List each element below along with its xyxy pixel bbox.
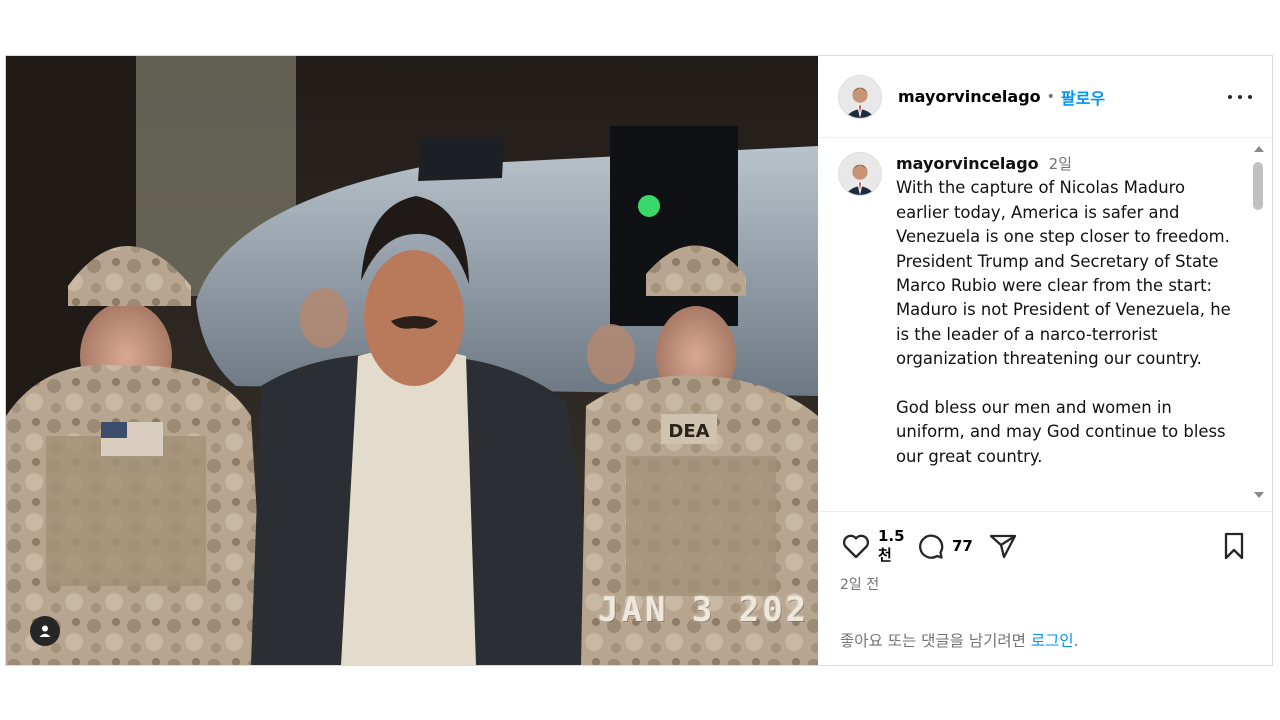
instagram-post: DEA JAN 3 202 mayorvincelago • 팔로우 mayor… (5, 55, 1273, 666)
login-prompt: 좋아요 또는 댓글을 남기려면 (840, 632, 1026, 650)
post-photo[interactable]: DEA JAN 3 202 (6, 56, 818, 665)
user-tag-icon (39, 625, 51, 637)
save-button[interactable] (1218, 530, 1250, 562)
login-prompt-row: 좋아요 또는 댓글을 남기려면 로그인. (840, 629, 1079, 651)
separator-dot: • (1046, 88, 1055, 105)
like-count: 1.5 천 (878, 527, 905, 564)
avatar[interactable] (838, 74, 882, 119)
user-tag-button[interactable] (30, 616, 60, 646)
caption-time: 2일 (1048, 155, 1072, 173)
caption: mayorvincelago 2일 With the capture of Nic… (818, 138, 1272, 469)
comment-count: 77 (952, 536, 973, 555)
dea-patch: DEA (668, 421, 709, 442)
login-link[interactable]: 로그인 (1031, 632, 1074, 650)
share-button[interactable] (987, 530, 1019, 562)
scroll-down-arrow[interactable] (1254, 492, 1264, 498)
caption-body: mayorvincelago 2일 With the capture of Nic… (896, 152, 1232, 469)
caption-paragraph: With the capture of Nicolas Maduro earli… (896, 178, 1231, 369)
share-icon (989, 534, 1017, 559)
follow-button[interactable]: 팔로우 (1061, 85, 1105, 109)
caption-scrollbar[interactable] (1252, 142, 1266, 502)
heart-icon (842, 534, 870, 559)
comment-button[interactable]: 77 (914, 530, 973, 562)
photo-scene: DEA (6, 56, 818, 665)
username[interactable]: mayorvincelago (898, 87, 1041, 106)
caption-username[interactable]: mayorvincelago (896, 154, 1039, 173)
comment-icon (919, 534, 944, 559)
scroll-up-arrow[interactable] (1254, 146, 1264, 152)
bookmark-icon (1224, 532, 1244, 560)
more-options-icon[interactable] (1228, 94, 1252, 99)
login-period: . (1073, 632, 1079, 650)
post-header: mayorvincelago • 팔로우 (818, 56, 1272, 138)
caption-area[interactable]: mayorvincelago 2일 With the capture of Nic… (818, 138, 1272, 512)
scroll-thumb[interactable] (1253, 162, 1263, 210)
post-date: 2일 전 (840, 577, 880, 593)
caption-paragraph: God bless our men and women in uniform, … (896, 398, 1226, 466)
post-side-panel: mayorvincelago • 팔로우 mayorvincelago 2일 W… (818, 56, 1272, 665)
action-bar: 1.5 천 77 (818, 512, 1272, 580)
caption-avatar[interactable] (838, 152, 882, 196)
photo-date-stamp: JAN 3 202 (598, 590, 810, 630)
like-button[interactable]: 1.5 천 (840, 527, 905, 565)
